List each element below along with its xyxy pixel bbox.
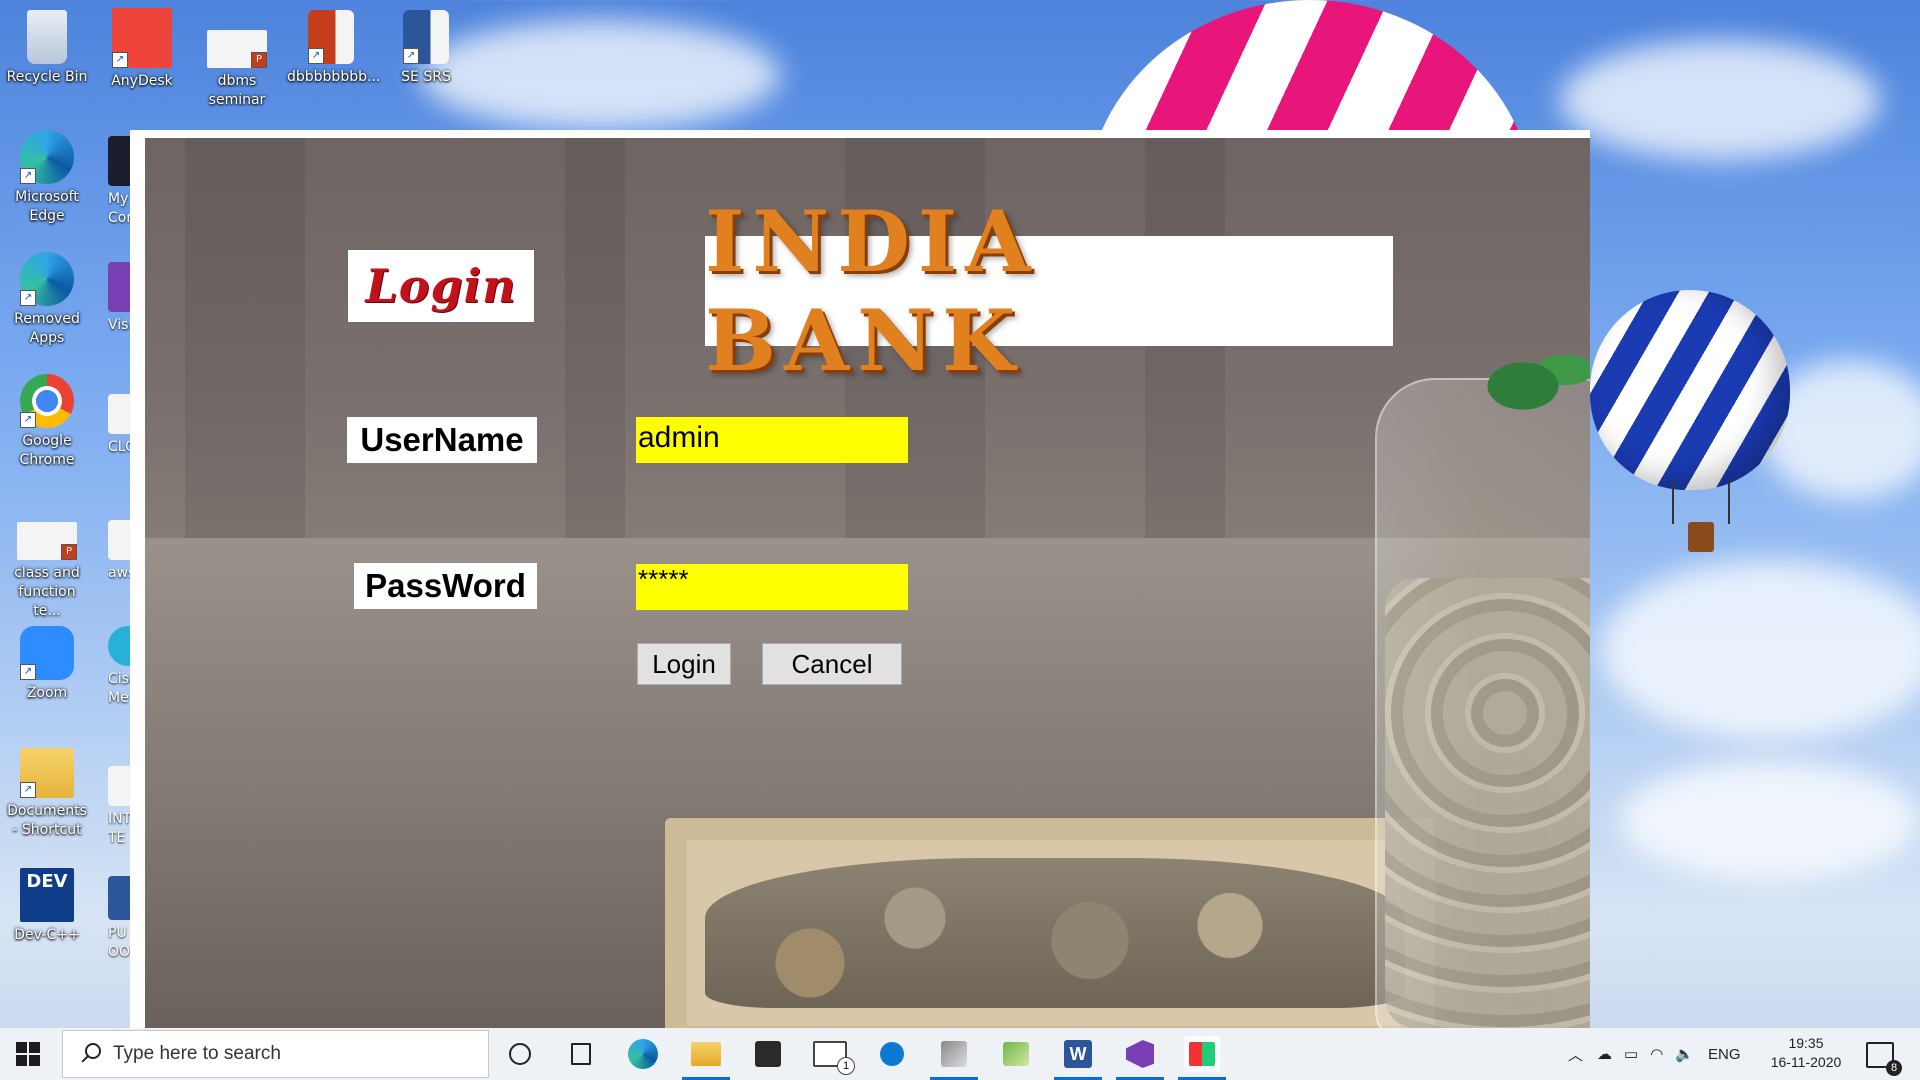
desktop-icon-class-and-function[interactable]: P class and function te... (3, 522, 91, 621)
search-placeholder: Type here to search (113, 1043, 281, 1064)
volume-icon[interactable]: 🔈 (1675, 1045, 1694, 1063)
desktop-icon-label: Dev-C++ (14, 927, 80, 943)
word-taskbar-icon[interactable]: W (1054, 1036, 1102, 1080)
desktop-icon-zoom[interactable]: ↗ Zoom (3, 626, 91, 703)
anydesk-taskbar-icon[interactable] (874, 1036, 910, 1072)
cloud (1620, 760, 1920, 880)
username-input[interactable]: admin (636, 417, 908, 463)
taskbar: Type here to search 1 W ︿ ☁ ▭ ◠ 🔈 ENG 19… (0, 1028, 1920, 1080)
taskbar-clock[interactable]: 19:35 16-11-2020 (1766, 1034, 1846, 1072)
desktop-icon-label: class and function te... (14, 565, 80, 619)
desktop-icon-dev-cpp[interactable]: DEV Dev-C++ (3, 868, 91, 945)
search-icon (79, 1043, 101, 1065)
folder-icon: ↗ (20, 748, 74, 798)
plant-leaves (1475, 338, 1590, 418)
onedrive-icon[interactable]: ☁ (1597, 1045, 1612, 1063)
username-label: UserName (347, 417, 537, 463)
recycle-bin-icon (27, 10, 67, 64)
notification-count: 8 (1886, 1060, 1902, 1076)
login-app-taskbar-icon[interactable] (1178, 1036, 1226, 1080)
desktop-icon-label: Microsoft Edge (15, 189, 79, 224)
cancel-button[interactable]: Cancel (762, 643, 902, 685)
app-icon[interactable] (998, 1036, 1034, 1072)
edge-taskbar-icon[interactable] (625, 1036, 661, 1072)
start-button[interactable] (16, 1042, 40, 1066)
word-file-icon: ↗ (403, 10, 449, 64)
desktop-icon-documents-shortcut[interactable]: ↗ Documents - Shortcut (3, 748, 91, 840)
cortana-icon[interactable] (502, 1036, 538, 1072)
bank-title: INDIA BANK (705, 192, 1393, 390)
battery-icon[interactable]: ▭ (1624, 1045, 1638, 1063)
edge-icon: ↗ (20, 252, 74, 306)
cloud (1600, 560, 1920, 740)
language-indicator[interactable]: ENG (1708, 1046, 1741, 1063)
coins-pile (705, 858, 1405, 1008)
blue-balloon (1590, 290, 1790, 490)
desktop-icon-label: Google Chrome (19, 433, 75, 468)
mail-badge: 1 (837, 1057, 855, 1075)
wood-plank (185, 138, 305, 538)
desktop-icon-label: Removed Apps (14, 311, 80, 346)
chrome-icon: ↗ (20, 374, 74, 428)
powerpoint-file-icon: P (17, 522, 77, 560)
store-icon[interactable] (750, 1036, 786, 1072)
powerpoint-file-icon: ↗ (308, 10, 354, 64)
notification-center-icon[interactable]: 8 (1866, 1042, 1902, 1076)
taskbar-search-box[interactable]: Type here to search (62, 1030, 489, 1078)
password-input[interactable]: ***** (636, 564, 908, 610)
desktop-icon-label: dbbbbbbbb... (287, 69, 381, 85)
edge-icon: ↗ (20, 130, 74, 184)
glass-jar (1375, 378, 1590, 1028)
balloon-ropes (1672, 480, 1730, 524)
system-tray: ︿ ☁ ▭ ◠ 🔈 ENG (1568, 1028, 1741, 1080)
clock-time: 19:35 (1788, 1035, 1824, 1051)
password-label: PassWord (354, 563, 537, 609)
zoom-icon: ↗ (20, 626, 74, 680)
chevron-up-icon[interactable]: ︿ (1568, 1044, 1583, 1065)
network-tool-icon[interactable] (930, 1036, 978, 1080)
desktop-icon-label: dbms seminar (208, 73, 266, 108)
file-explorer-icon[interactable] (682, 1036, 730, 1080)
dev-cpp-icon: DEV (20, 868, 74, 922)
wood-plank (565, 138, 625, 538)
desktop-icon-se-srs[interactable]: ↗ SE SRS (382, 10, 470, 87)
desktop-icon-label: Documents - Shortcut (7, 803, 87, 838)
balloon-basket (1688, 522, 1714, 552)
desktop-icon-label: Zoom (26, 685, 68, 701)
anydesk-icon: ↗ (112, 8, 172, 68)
desktop-icon-dbms-seminar[interactable]: P dbms seminar (193, 30, 281, 110)
desktop-icon-removed-apps[interactable]: ↗ Removed Apps (3, 252, 91, 348)
desktop-icon-label: AnyDesk (111, 73, 173, 89)
desktop-icon-dbbbbbbbb[interactable]: ↗ dbbbbbbbb... (287, 10, 380, 87)
login-heading: Login (348, 250, 534, 322)
visual-studio-taskbar-icon[interactable] (1116, 1036, 1164, 1080)
desktop-icon-microsoft-edge[interactable]: ↗ Microsoft Edge (3, 130, 91, 226)
desktop-icon-recycle-bin[interactable]: Recycle Bin (3, 10, 91, 87)
task-view-icon[interactable] (563, 1036, 599, 1072)
mail-icon[interactable]: 1 (812, 1036, 855, 1075)
wifi-icon[interactable]: ◠ (1650, 1045, 1663, 1063)
cloud (1560, 40, 1880, 160)
desktop-icon-google-chrome[interactable]: ↗ Google Chrome (3, 374, 91, 470)
login-button[interactable]: Login (637, 643, 731, 685)
desktop-icon-label: SE SRS (401, 69, 451, 85)
cloud (420, 20, 780, 130)
clock-date: 16-11-2020 (1770, 1054, 1842, 1070)
desktop-icon-anydesk[interactable]: ↗ AnyDesk (98, 8, 186, 91)
desktop-icon-label: Recycle Bin (6, 69, 88, 85)
powerpoint-file-icon: P (207, 30, 267, 68)
